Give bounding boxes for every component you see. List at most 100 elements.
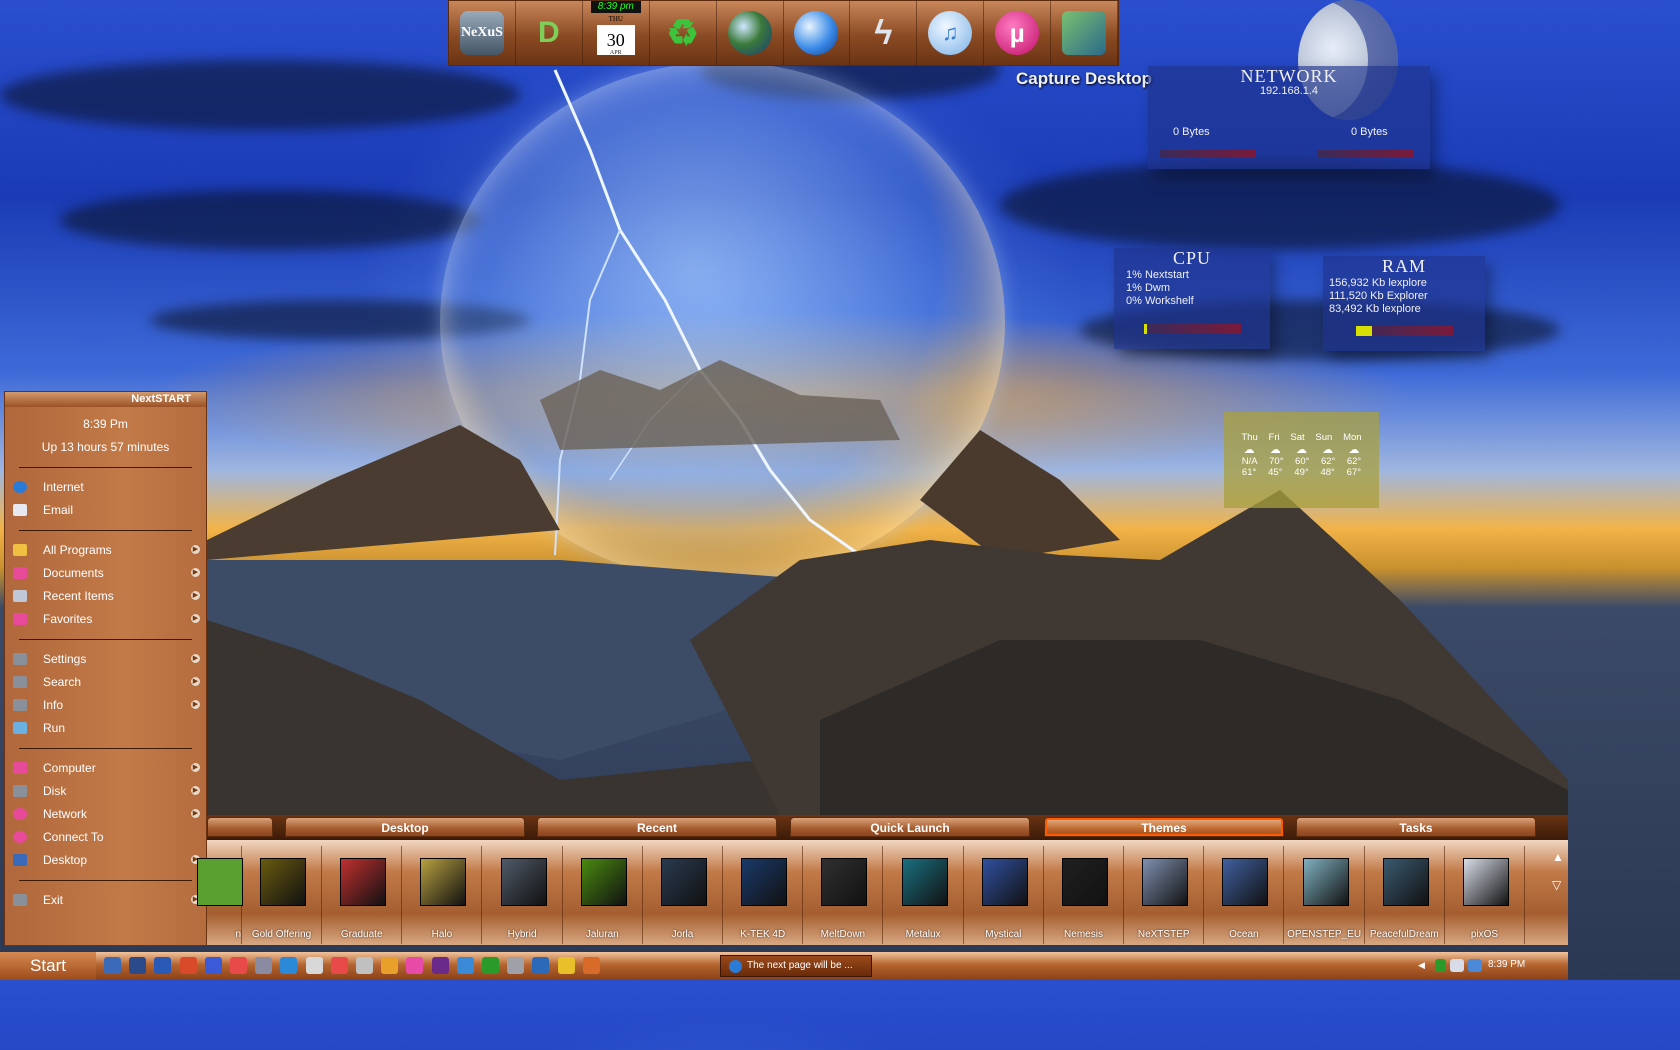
menu-item-favorites[interactable]: Favorites ▶ bbox=[5, 608, 206, 631]
tray-clock[interactable]: 8:39 PM bbox=[1488, 959, 1525, 970]
tab-recent[interactable]: Recent bbox=[537, 817, 777, 837]
tab-quick-launch[interactable]: Quick Launch bbox=[790, 817, 1030, 837]
quick-launch-icon[interactable] bbox=[456, 957, 474, 974]
workshelf-tabs: Desktop Recent Quick Launch Themes Tasks bbox=[207, 815, 1568, 840]
menu-item-computer[interactable]: Computer ▶ bbox=[5, 757, 206, 780]
menu-item-run[interactable]: Run bbox=[5, 717, 206, 740]
menu-item-desktop[interactable]: Desktop ▶ bbox=[5, 849, 206, 872]
quick-launch-icon[interactable] bbox=[204, 957, 222, 974]
menu-item-info[interactable]: Info ▶ bbox=[5, 694, 206, 717]
theme-item[interactable]: Gold Offering bbox=[242, 846, 322, 944]
theme-item[interactable]: Mystical bbox=[964, 846, 1044, 944]
task-button-browser[interactable]: The next page will be ... bbox=[720, 955, 872, 977]
theme-item[interactable]: Metalux bbox=[884, 846, 964, 944]
menu-item-label: Internet bbox=[43, 480, 84, 494]
menu-item-disk[interactable]: Disk ▶ bbox=[5, 780, 206, 803]
quick-launch-icon[interactable] bbox=[557, 957, 575, 974]
dock-item-d[interactable]: D bbox=[516, 1, 583, 65]
scroll-up-icon[interactable]: ▲ bbox=[1552, 850, 1564, 864]
calendar-month: APR bbox=[609, 50, 622, 56]
quick-launch-icon[interactable] bbox=[582, 957, 600, 974]
menu-item-settings[interactable]: Settings ▶ bbox=[5, 648, 206, 671]
dock-item-nexus[interactable]: NeXuS bbox=[449, 1, 516, 65]
theme-item[interactable]: NeXTSTEP bbox=[1124, 846, 1205, 944]
tab-themes[interactable]: Themes bbox=[1044, 817, 1284, 837]
ram-process: 111,520 Kb Explorer bbox=[1329, 290, 1428, 302]
dock-item-earth[interactable] bbox=[717, 1, 784, 65]
theme-item[interactable]: Hybrid bbox=[483, 846, 563, 944]
dock-item-gear-app[interactable] bbox=[1051, 1, 1119, 65]
network-upload: 0 Bytes bbox=[1351, 126, 1388, 138]
quick-launch-icon[interactable] bbox=[406, 957, 424, 974]
theme-label: MeltDown bbox=[820, 929, 866, 940]
theme-thumbnail bbox=[1382, 858, 1429, 906]
taskbar: Start The next page will be ... ◀ 8:39 P… bbox=[0, 952, 1568, 980]
menu-item-connect-to[interactable]: Connect To bbox=[5, 826, 206, 849]
theme-item[interactable]: K-TEK 4D bbox=[723, 846, 804, 944]
quick-launch-icon[interactable] bbox=[154, 957, 172, 974]
theme-label: NeXTSTEP bbox=[1137, 929, 1190, 940]
weather-high: 62° bbox=[1346, 456, 1362, 467]
quick-launch-icon[interactable] bbox=[179, 957, 197, 974]
quick-launch-icon[interactable] bbox=[280, 957, 298, 974]
menu-separator bbox=[19, 530, 192, 531]
menu-item-all-programs[interactable]: All Programs ▶ bbox=[5, 539, 206, 562]
menu-item-internet[interactable]: Internet bbox=[5, 476, 206, 499]
favorites-icon bbox=[13, 613, 27, 625]
dock-item-recycle-bin[interactable]: ♻ bbox=[650, 1, 717, 65]
quick-launch-icon[interactable] bbox=[330, 957, 348, 974]
tab-hidden[interactable] bbox=[207, 817, 273, 837]
menu-item-email[interactable]: Email bbox=[5, 499, 206, 522]
dock-item-internet[interactable] bbox=[784, 1, 851, 65]
menu-item-exit[interactable]: Exit ▶ bbox=[5, 889, 206, 912]
quick-launch-icon[interactable] bbox=[431, 957, 449, 974]
theme-item[interactable]: OPENSTEP_EU bbox=[1285, 846, 1365, 944]
theme-item[interactable]: pixOS bbox=[1445, 846, 1525, 944]
dock-item-itunes[interactable]: ♫ bbox=[917, 1, 985, 65]
quick-launch-icon[interactable] bbox=[532, 957, 550, 974]
theme-item[interactable]: MeltDown bbox=[803, 846, 884, 944]
quick-launch-icon[interactable] bbox=[230, 957, 247, 974]
connect-to-icon bbox=[13, 831, 27, 843]
theme-item[interactable]: Halo bbox=[402, 846, 483, 944]
theme-thumbnail bbox=[1302, 858, 1349, 906]
tab-tasks[interactable]: Tasks bbox=[1296, 817, 1536, 837]
menu-item-recent-items[interactable]: Recent Items ▶ bbox=[5, 585, 206, 608]
theme-item[interactable]: Graduate bbox=[322, 846, 403, 944]
quick-launch-icon[interactable] bbox=[305, 957, 323, 974]
theme-item[interactable]: Jorla bbox=[643, 846, 723, 944]
dock-item-utorrent[interactable]: µ bbox=[984, 1, 1052, 65]
start-button[interactable]: Start bbox=[0, 952, 96, 980]
theme-item[interactable]: Jaluran bbox=[563, 846, 643, 944]
dock-item-calendar[interactable]: 8:39 pm THU 30 APR bbox=[583, 1, 650, 65]
theme-item[interactable]: Ocean bbox=[1204, 846, 1285, 944]
quick-launch-icon[interactable] bbox=[129, 957, 147, 974]
tray-arrow-icon[interactable]: ◀ bbox=[1418, 960, 1428, 972]
capture-desktop-label[interactable]: Capture Desktop bbox=[1016, 69, 1152, 89]
scroll-down-icon[interactable]: ▽ bbox=[1552, 878, 1561, 892]
tray-app-icon[interactable] bbox=[1435, 959, 1446, 972]
submenu-arrow-icon: ▶ bbox=[191, 677, 200, 686]
dock-item-lightning[interactable]: ϟ bbox=[850, 1, 918, 65]
theme-item-partial[interactable]: n bbox=[197, 846, 243, 944]
menu-item-documents[interactable]: Documents ▶ bbox=[5, 562, 206, 585]
menu-separator bbox=[19, 880, 192, 881]
theme-item[interactable]: Nemesis bbox=[1044, 846, 1124, 944]
quick-launch-icon[interactable] bbox=[356, 957, 373, 974]
quick-launch-icon[interactable] bbox=[104, 957, 121, 974]
menu-item-network[interactable]: Network ▶ bbox=[5, 803, 206, 826]
quick-launch-icon[interactable] bbox=[507, 957, 525, 974]
submenu-arrow-icon: ▶ bbox=[191, 591, 200, 600]
menu-item-search[interactable]: Search ▶ bbox=[5, 671, 206, 694]
theme-item[interactable]: PeacefulDream bbox=[1365, 846, 1445, 944]
quick-launch-icon[interactable] bbox=[255, 957, 273, 974]
settings-icon bbox=[13, 653, 27, 665]
weather-low: 48° bbox=[1320, 467, 1335, 478]
tab-desktop[interactable]: Desktop bbox=[285, 817, 525, 837]
tray-network-icon[interactable] bbox=[1450, 959, 1464, 972]
dock-clock: 8:39 pm bbox=[590, 1, 641, 13]
theme-label: K-TEK 4D bbox=[740, 929, 786, 940]
quick-launch-icon[interactable] bbox=[482, 957, 499, 974]
quick-launch-icon[interactable] bbox=[381, 957, 399, 974]
tray-volume-icon[interactable] bbox=[1468, 959, 1482, 972]
